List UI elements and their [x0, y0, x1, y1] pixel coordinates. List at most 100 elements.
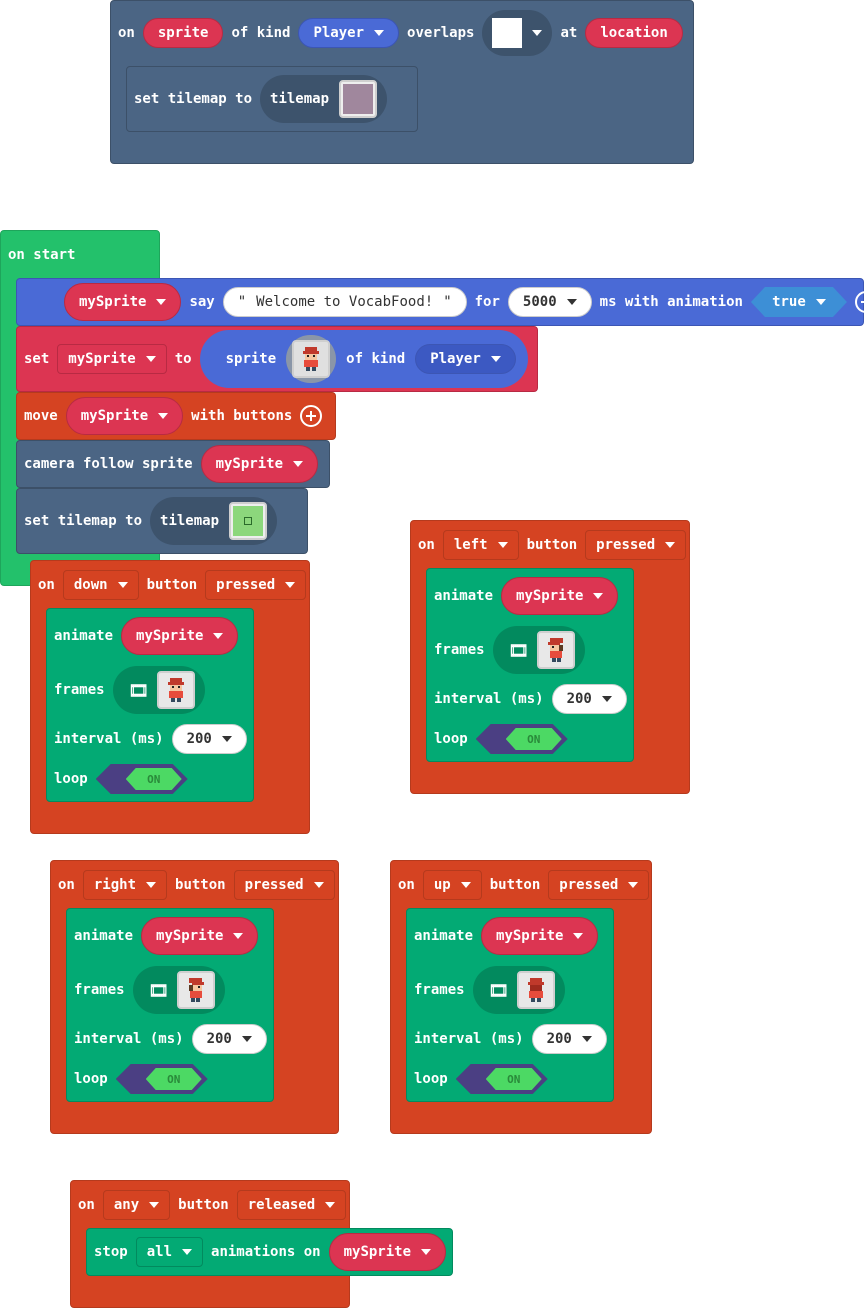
chevron-down-icon — [293, 461, 304, 467]
chevron-down-icon — [145, 356, 156, 362]
down-action-dropdown[interactable]: pressed — [205, 570, 307, 600]
right-interval-dropdown[interactable]: 200 — [191, 1024, 267, 1054]
up-action-dropdown[interactable]: pressed — [548, 870, 650, 900]
move-sprite-dropdown[interactable]: mySprite — [65, 397, 184, 435]
down-button-label: button — [146, 577, 198, 593]
move-label: move — [24, 408, 58, 424]
sprite-image-picker[interactable] — [286, 335, 337, 383]
overlap-tile-dropdown[interactable] — [482, 10, 553, 56]
left-interval-dropdown[interactable]: 200 — [551, 684, 627, 714]
left-button-value: left — [453, 537, 488, 553]
right-animate-sprite-value: mySprite — [156, 928, 224, 944]
release-button-dropdown[interactable]: any — [102, 1190, 171, 1220]
overlap-location-param[interactable]: location — [585, 18, 683, 48]
stop-sprite-dropdown[interactable]: mySprite — [328, 1233, 447, 1271]
down-frames-label: frames — [54, 682, 105, 698]
tilemap-picker[interactable]: tilemap — [260, 75, 388, 123]
chevron-down-icon — [241, 1036, 252, 1042]
left-animate-sprite-dropdown[interactable]: mySprite — [501, 577, 619, 615]
left-loop-toggle[interactable]: ON — [476, 724, 568, 754]
release-action-dropdown[interactable]: released — [236, 1190, 347, 1220]
left-interval-value: 200 — [566, 691, 592, 707]
chevron-down-icon — [601, 696, 612, 702]
up-interval-value: 200 — [546, 1031, 572, 1047]
chevron-down-icon — [149, 1202, 160, 1208]
down-event-header: on down button pressed — [38, 568, 307, 602]
down-frames-picker[interactable]: 🎞 — [112, 666, 205, 714]
animations-on-label: animations on — [211, 1244, 321, 1260]
chevron-down-icon — [497, 542, 508, 548]
camera-sprite-value: mySprite — [215, 456, 284, 472]
up-frames-label: frames — [414, 982, 465, 998]
chevron-down-icon — [581, 1036, 592, 1042]
up-button-label: button — [489, 877, 541, 893]
down-button-dropdown[interactable]: down — [62, 570, 139, 600]
release-button-label: button — [178, 1197, 229, 1213]
down-loop-toggle[interactable]: ON — [96, 764, 188, 794]
left-frames-label: frames — [434, 642, 485, 658]
create-sprite-kind-dropdown[interactable]: Player — [415, 344, 516, 374]
right-frames-picker[interactable]: 🎞 — [132, 966, 225, 1014]
left-button-label: button — [526, 537, 578, 553]
left-animate-sprite-value: mySprite — [516, 588, 584, 604]
chevron-down-icon — [628, 882, 639, 888]
set-to-label: to — [174, 351, 192, 367]
right-animate-sprite-dropdown[interactable]: mySprite — [141, 917, 259, 955]
left-button-dropdown[interactable]: left — [442, 530, 519, 560]
film-icon: 🎞 — [508, 640, 529, 660]
set-tilemap-label: set tilemap to — [134, 91, 253, 107]
tilemap-label: tilemap — [270, 91, 330, 107]
chevron-down-icon — [566, 299, 577, 305]
say-sprite-dropdown[interactable]: mySprite — [64, 283, 182, 321]
up-animate-sprite-dropdown[interactable]: mySprite — [481, 917, 599, 955]
up-button-dropdown[interactable]: up — [422, 870, 482, 900]
right-loop-label: loop — [74, 1071, 108, 1087]
create-sprite-of-kind-label: of kind — [346, 351, 406, 367]
create-sprite-block[interactable]: sprite of kind Player — [199, 330, 528, 388]
chevron-down-icon — [421, 1249, 432, 1255]
left-frames-picker[interactable]: 🎞 — [492, 626, 585, 674]
player-right-frame-icon — [176, 971, 215, 1009]
stop-sprite-value: mySprite — [343, 1244, 412, 1260]
left-event-header: on left button pressed — [418, 528, 687, 562]
chevron-down-icon — [213, 633, 224, 639]
up-interval-label: interval (ms) — [414, 1031, 524, 1047]
down-loop-label: loop — [54, 771, 88, 787]
set-variable-dropdown[interactable]: mySprite — [57, 344, 167, 374]
say-message-text: Welcome to VocabFood! — [256, 294, 434, 310]
say-message-input[interactable]: " Welcome to VocabFood! " — [222, 287, 467, 317]
overlap-at-label: at — [560, 25, 578, 41]
create-sprite-label: sprite — [225, 351, 277, 367]
overlap-sprite-param[interactable]: sprite — [142, 18, 224, 48]
say-duration-dropdown[interactable]: 5000 — [507, 287, 592, 317]
right-loop-toggle[interactable]: ON — [116, 1064, 208, 1094]
up-frames-picker[interactable]: 🎞 — [472, 966, 565, 1014]
add-param-icon[interactable] — [300, 405, 323, 427]
right-button-label: button — [175, 877, 226, 893]
remove-param-icon[interactable] — [854, 291, 864, 313]
say-duration-value: 5000 — [522, 294, 557, 310]
tilemap-thumbnail-icon — [339, 80, 378, 118]
chevron-down-icon — [490, 356, 501, 362]
chevron-down-icon — [182, 1249, 193, 1255]
player-up-frame-icon — [516, 971, 555, 1009]
up-loop-toggle[interactable]: ON — [456, 1064, 548, 1094]
right-action-dropdown[interactable]: pressed — [233, 870, 335, 900]
stop-label: stop — [94, 1244, 128, 1260]
left-action-dropdown[interactable]: pressed — [585, 530, 687, 560]
left-animate-label: animate — [434, 588, 494, 604]
down-interval-dropdown[interactable]: 200 — [171, 724, 247, 754]
up-action-value: pressed — [559, 877, 619, 893]
camera-sprite-dropdown[interactable]: mySprite — [200, 445, 319, 483]
say-animation-dropdown[interactable]: true — [751, 287, 847, 317]
right-on-label: on — [58, 877, 75, 893]
right-button-dropdown[interactable]: right — [82, 870, 168, 900]
down-on-label: on — [38, 577, 55, 593]
down-animate-sprite-dropdown[interactable]: mySprite — [121, 617, 239, 655]
right-interval-value: 200 — [206, 1031, 232, 1047]
up-interval-dropdown[interactable]: 200 — [531, 1024, 607, 1054]
stop-scope-dropdown[interactable]: all — [135, 1237, 204, 1267]
overlap-kind-dropdown[interactable]: Player — [298, 18, 400, 48]
down-animate-label: animate — [54, 628, 114, 644]
start-tilemap-picker[interactable]: tilemap — [150, 497, 278, 545]
